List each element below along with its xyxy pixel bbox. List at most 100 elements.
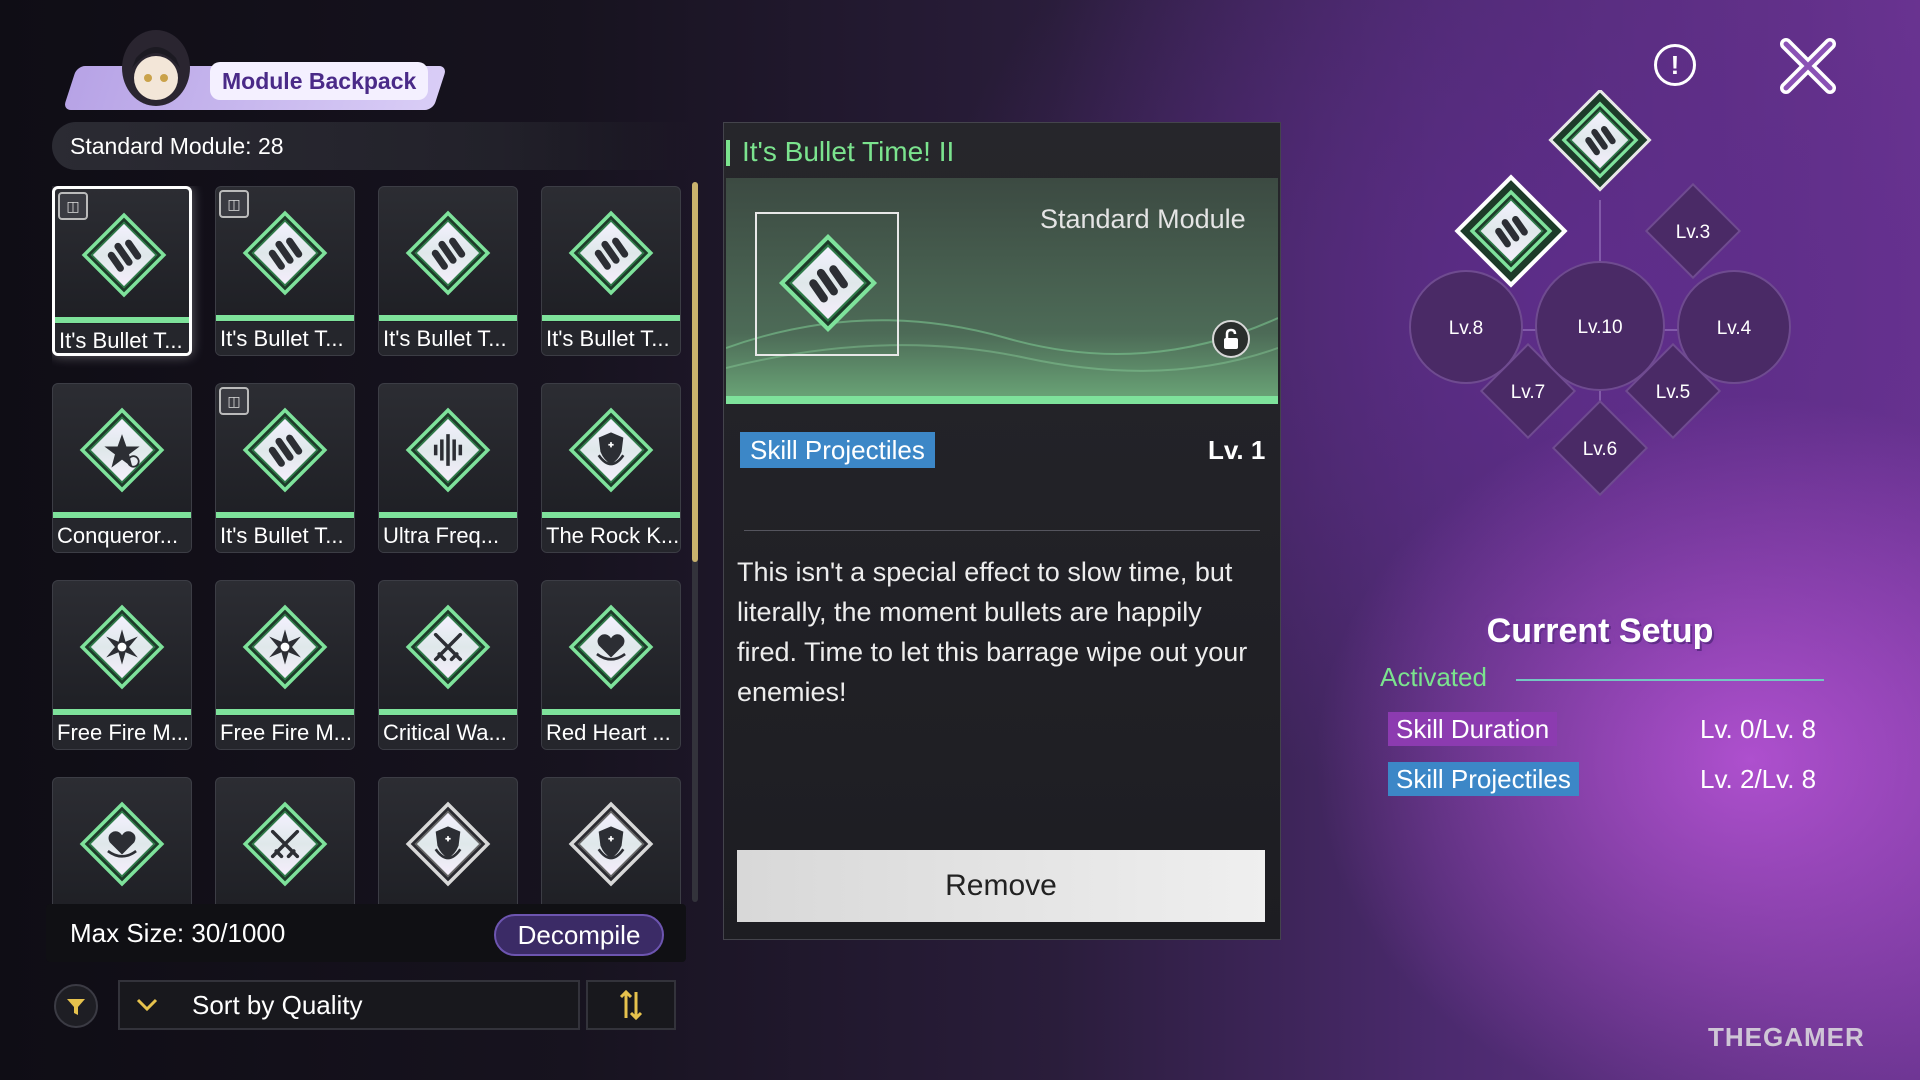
bullets-icon [404,209,492,297]
info-icon[interactable]: ! [1654,44,1696,86]
rarity-bar [379,512,517,518]
shield-crescent-icon [567,800,655,888]
rarity-band [726,396,1278,404]
setup-skill-duration-level: Lv. 0/Lv. 8 [1700,714,1817,744]
shield-crescent-icon [567,406,655,494]
rarity-bar [216,315,354,321]
module-card-label: Ultra Freq... [379,519,517,552]
skill-tag: Skill Projectiles [740,432,935,468]
divider [744,530,1260,531]
slot-lv4-label: Lv.4 [1717,318,1752,339]
crossed-swords-icon [404,603,492,691]
remove-button[interactable]: Remove [737,850,1265,922]
rarity-bar [379,709,517,715]
title-accent [726,140,730,166]
module-card-label: It's Bullet T... [216,322,354,355]
watermark: THEGAMER [1708,1022,1865,1052]
bullets-icon [241,209,329,297]
max-size-text: Max Size: 30/1000 [70,918,286,948]
module-card[interactable]: ◫ It's Bullet T... [52,186,192,356]
shield-crescent-icon [404,800,492,888]
sort-order-icon [619,989,643,1021]
setup-skill-projectiles: Skill Projectiles [1388,762,1579,796]
slot-lv3-label: Lv.3 [1676,222,1711,243]
module-card[interactable]: Ultra Freq... [378,383,518,553]
module-card[interactable] [378,777,518,906]
crossed-swords-icon [241,800,329,888]
module-type: Standard Module [1040,204,1246,234]
module-card[interactable] [215,777,355,906]
activated-label: Activated [1380,662,1487,692]
sort-label: Sort by Quality [192,990,363,1020]
rarity-bar [53,512,191,518]
rarity-bar [542,512,680,518]
module-card-label: It's Bullet T... [55,324,189,353]
module-card-label: It's Bullet T... [379,322,517,355]
module-card[interactable]: ◫ It's Bullet T... [215,186,355,356]
filter-icon [67,999,85,1015]
heart-hand-icon [567,603,655,691]
scrollbar-thumb[interactable] [692,182,698,562]
module-card[interactable]: It's Bullet T... [541,186,681,356]
module-card-label: The Rock K... [542,519,680,552]
rarity-bar [379,315,517,321]
module-card-label: Free Fire M... [216,716,354,749]
current-setup-title: Current Setup [1486,612,1714,650]
skill-level: Lv. 1 [1208,435,1266,465]
bullets-icon [80,211,168,299]
module-card-label: Red Heart ... [542,716,680,749]
module-card-label: Critical Wa... [379,716,517,749]
star-clock-icon [78,406,166,494]
module-description: This isn't a special effect to slow time… [737,557,1248,707]
module-card[interactable]: Critical Wa... [378,580,518,750]
filter-button[interactable] [54,984,98,1028]
module-card[interactable]: ◫ It's Bullet T... [215,383,355,553]
module-title: It's Bullet Time! II [742,136,955,167]
unlock-icon [1224,328,1238,349]
bullets-icon [567,209,655,297]
slot-lv7-label: Lv.7 [1511,382,1546,403]
rarity-bar [542,709,680,715]
sort-order-button[interactable] [586,980,676,1030]
heart-hand-icon [78,800,166,888]
module-card-label: It's Bullet T... [216,519,354,552]
module-card[interactable]: Free Fire M... [215,580,355,750]
module-card-label: It's Bullet T... [542,322,680,355]
module-card[interactable]: Red Heart ... [541,580,681,750]
character-avatar [118,28,194,114]
slot-lv6-label: Lv.6 [1583,439,1618,460]
rarity-bar [216,709,354,715]
slot-top-filled[interactable] [1548,90,1652,192]
burst-icon [241,603,329,691]
burst-icon [78,603,166,691]
setup-skill-projectiles-level: Lv. 2/Lv. 8 [1700,764,1817,794]
bullets-icon [777,232,879,334]
bullets-icon [241,406,329,494]
module-card[interactable]: The Rock K... [541,383,681,553]
slot-lv10-label: Lv.10 [1577,317,1622,338]
rarity-bar [542,315,680,321]
module-card[interactable]: It's Bullet T... [378,186,518,356]
module-card[interactable]: Conqueror... [52,383,192,553]
standard-module-count: Standard Module: 28 [52,122,692,170]
slot-left-filled[interactable] [1454,174,1568,288]
rarity-bar [53,709,191,715]
rarity-bar [216,512,354,518]
rarity-bar [55,317,189,323]
lock-toggle[interactable] [1212,320,1250,358]
slot-lv8-label: Lv.8 [1449,318,1484,339]
activated-divider [1516,679,1824,681]
module-card[interactable]: Free Fire M... [52,580,192,750]
decompile-button[interactable]: Decompile [494,914,664,956]
module-grid: ◫ It's Bullet T... ◫ It's Bullet T... It's B… [52,186,684,906]
slot-lv3[interactable]: Lv.3 [1644,182,1742,280]
module-card[interactable] [52,777,192,906]
soundwave-icon [404,406,492,494]
slot-lv5-label: Lv.5 [1656,382,1691,403]
slot-lv6[interactable]: Lv.6 [1551,399,1649,497]
setup-skill-duration: Skill Duration [1388,712,1558,746]
module-card[interactable] [541,777,681,906]
module-card-label: Conqueror... [53,519,191,552]
chevron-down-icon [132,990,162,1020]
slot-wheel: Lv.3 Lv.10 Lv.8 Lv.4 Lv.7 Lv.5 Lv.6 [1409,90,1791,497]
